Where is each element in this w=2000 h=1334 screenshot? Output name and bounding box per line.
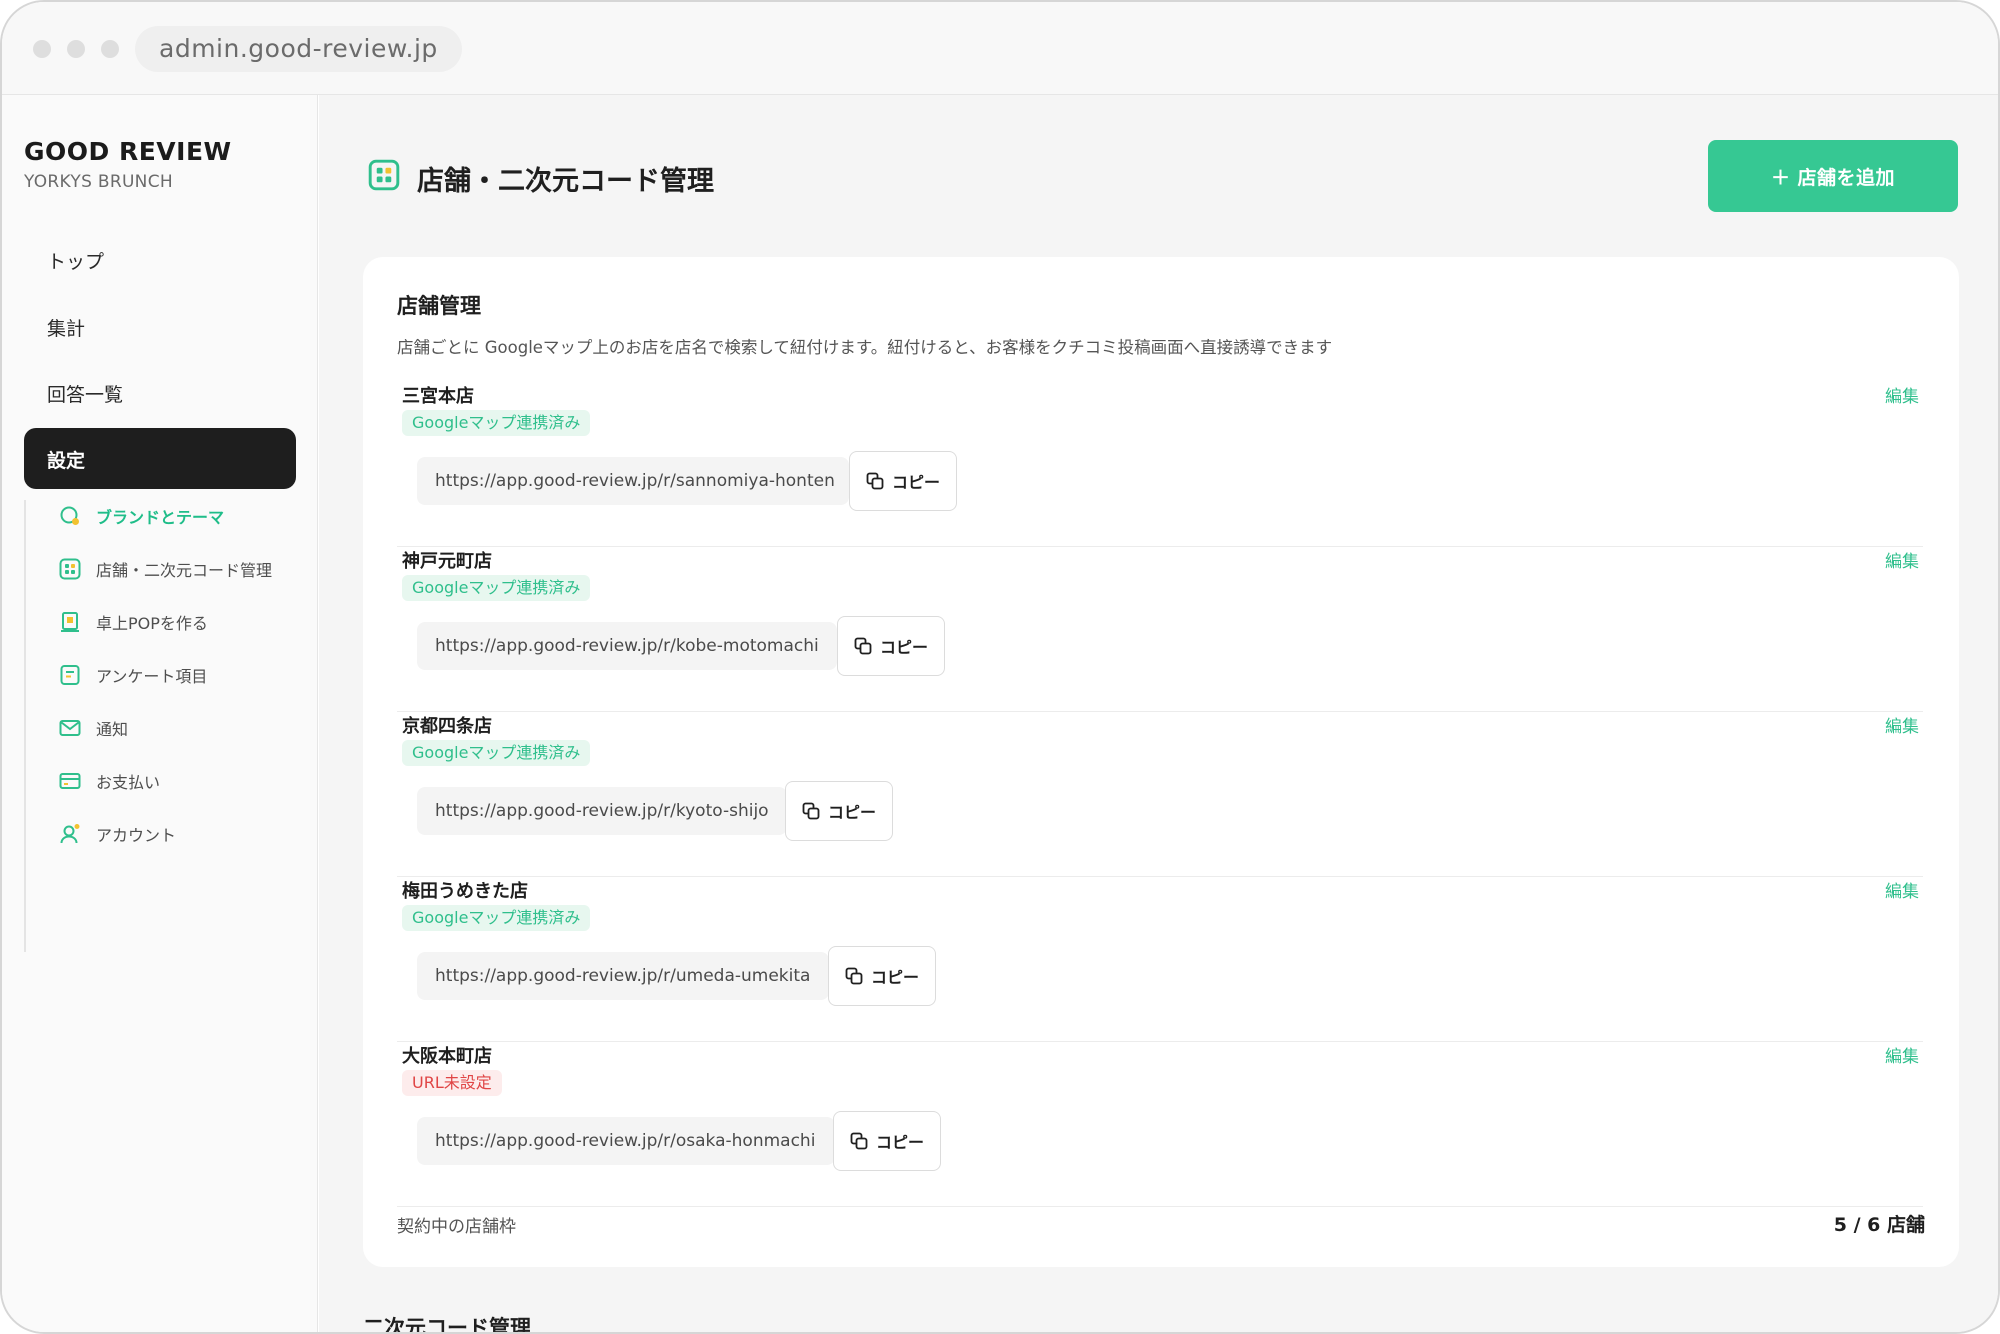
submenu-notification[interactable]: 通知 <box>58 715 128 741</box>
store-url-field[interactable]: https://app.good-review.jp/r/kyoto-shijo <box>417 787 787 835</box>
submenu-survey[interactable]: アンケート項目 <box>58 662 207 688</box>
edit-store-link[interactable]: 編集 <box>1885 547 1919 572</box>
survey-icon <box>58 663 82 687</box>
copy-label: コピー <box>891 473 940 492</box>
status-badge: Googleマップ連携済み <box>402 740 591 766</box>
card-description: 店舗ごとに Googleマップ上のお店を店名で検索して紐付けます。紐付けると、お… <box>397 338 1333 357</box>
sidebar: GOOD REVIEW YORKYS BRUNCH トップ 集計 回答一覧 設定… <box>2 95 318 1332</box>
copy-url-button[interactable]: コピー <box>849 451 957 511</box>
nav-item-settings-label: 設定 <box>47 450 86 472</box>
store-name: 神戸元町店 <box>402 551 492 572</box>
submenu-account[interactable]: アカウント <box>58 821 176 847</box>
card-icon <box>58 769 82 793</box>
store-url-field[interactable]: https://app.good-review.jp/r/kobe-motoma… <box>417 622 837 670</box>
grid-qr-icon <box>368 159 400 191</box>
brand-subtitle: YORKYS BRUNCH <box>24 172 173 192</box>
submenu-label: 店舗・二次元コード管理 <box>96 561 273 580</box>
page-title: 店舗・二次元コード管理 <box>417 166 714 197</box>
copy-url-button[interactable]: コピー <box>828 946 936 1006</box>
grid-qr-icon <box>58 557 82 581</box>
submenu-label: アンケート項目 <box>96 667 208 686</box>
copy-icon <box>866 472 884 490</box>
submenu-stores-qr[interactable]: 店舗・二次元コード管理 <box>58 556 272 582</box>
mail-icon <box>58 716 82 740</box>
store-row: 大阪本町店 編集 URL未設定 https://app.good-review.… <box>397 1042 1923 1207</box>
store-row: 京都四条店 編集 Googleマップ連携済み https://app.good-… <box>397 712 1923 877</box>
nav-item-top[interactable]: トップ <box>47 247 104 274</box>
copy-icon <box>802 802 820 820</box>
edit-store-link[interactable]: 編集 <box>1885 712 1919 737</box>
nav-item-settings[interactable]: 設定 <box>24 428 296 489</box>
submenu-label: お支払い <box>96 773 161 792</box>
brand-title: GOOD REVIEW <box>24 137 232 166</box>
copy-url-button[interactable]: コピー <box>837 616 945 676</box>
status-badge: Googleマップ連携済み <box>402 905 591 931</box>
card-title: 店舗管理 <box>397 294 481 318</box>
copy-label: コピー <box>870 968 919 987</box>
contract-slots-label: 契約中の店舗枠 <box>397 1217 516 1237</box>
copy-icon <box>845 967 863 985</box>
submenu-label: 卓上POPを作る <box>96 614 208 633</box>
user-icon <box>58 822 82 846</box>
copy-url-button[interactable]: コピー <box>785 781 893 841</box>
title-bar: admin.good-review.jp <box>2 2 1998 95</box>
copy-label: コピー <box>875 1133 924 1152</box>
copy-label: コピー <box>879 638 928 657</box>
submenu-payment[interactable]: お支払い <box>58 768 160 794</box>
copy-icon <box>850 1132 868 1150</box>
edit-store-link[interactable]: 編集 <box>1885 877 1919 902</box>
contract-slots-count: 5 / 6 店舗 <box>1833 1214 1925 1236</box>
store-row: 梅田うめきた店 編集 Googleマップ連携済み https://app.goo… <box>397 877 1923 1042</box>
window-minimize-dot[interactable] <box>67 40 85 58</box>
main-content: 店舗・二次元コード管理 ＋ 店舗を追加 店舗管理 店舗ごとに Googleマップ… <box>319 95 1998 1334</box>
qr-section-title: 二次元コード管理 <box>363 1316 531 1334</box>
status-badge: Googleマップ連携済み <box>402 575 591 601</box>
submenu-divider <box>24 500 26 952</box>
store-url-field[interactable]: https://app.good-review.jp/r/osaka-honma… <box>417 1117 835 1165</box>
nav-item-responses[interactable]: 回答一覧 <box>47 380 123 407</box>
submenu-pop[interactable]: 卓上POPを作る <box>58 609 208 635</box>
store-management-card: 店舗管理 店舗ごとに Googleマップ上のお店を店名で検索して紐付けます。紐付… <box>363 257 1959 1267</box>
brand: GOOD REVIEW YORKYS BRUNCH <box>24 137 232 192</box>
address-bar[interactable]: admin.good-review.jp <box>135 26 462 72</box>
window-maximize-dot[interactable] <box>101 40 119 58</box>
submenu-label: 通知 <box>96 720 129 739</box>
submenu-label: ブランドとテーマ <box>96 508 225 527</box>
store-name: 三宮本店 <box>402 386 474 407</box>
window-close-dot[interactable] <box>33 40 51 58</box>
edit-store-link[interactable]: 編集 <box>1885 382 1919 407</box>
store-name: 大阪本町店 <box>402 1046 492 1067</box>
nav-item-stats[interactable]: 集計 <box>47 314 85 341</box>
submenu-label: アカウント <box>96 826 177 845</box>
store-name: 京都四条店 <box>402 716 492 737</box>
store-url-field[interactable]: https://app.good-review.jp/r/umeda-umeki… <box>417 952 829 1000</box>
brand-theme-icon <box>58 504 82 528</box>
status-badge: Googleマップ連携済み <box>402 410 591 436</box>
store-name: 梅田うめきた店 <box>402 881 528 902</box>
copy-icon <box>854 637 872 655</box>
status-badge: URL未設定 <box>402 1070 502 1096</box>
store-row: 三宮本店 編集 Googleマップ連携済み https://app.good-r… <box>397 382 1923 547</box>
store-row: 神戸元町店 編集 Googleマップ連携済み https://app.good-… <box>397 547 1923 712</box>
copy-label: コピー <box>827 803 876 822</box>
pop-icon <box>58 610 82 634</box>
copy-url-button[interactable]: コピー <box>833 1111 941 1171</box>
add-store-button[interactable]: ＋ 店舗を追加 <box>1708 140 1958 212</box>
submenu-brand-theme[interactable]: ブランドとテーマ <box>58 503 224 529</box>
edit-store-link[interactable]: 編集 <box>1885 1042 1919 1067</box>
store-url-field[interactable]: https://app.good-review.jp/r/sannomiya-h… <box>417 457 849 505</box>
browser-window: admin.good-review.jp GOOD REVIEW YORKYS … <box>0 0 2000 1334</box>
